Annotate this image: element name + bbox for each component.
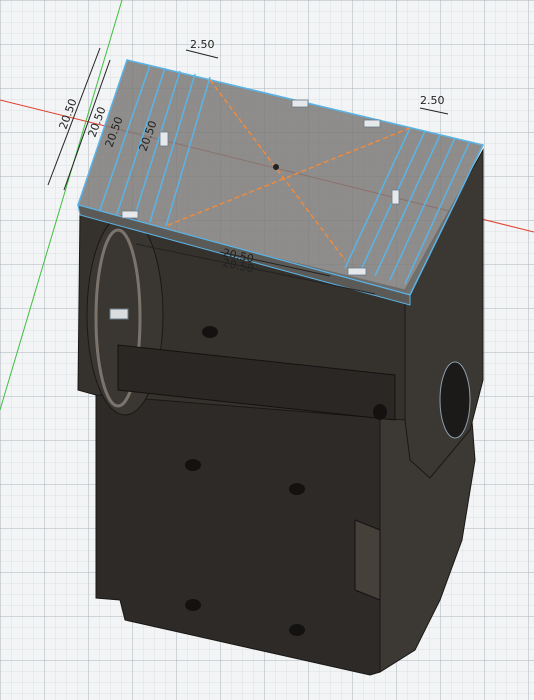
notch-step [354, 519, 381, 601]
dim-top-right-width[interactable]: 2.50 [420, 94, 445, 107]
lower-block-front [95, 394, 381, 676]
hole-2 [185, 459, 201, 471]
dim-outer-depth[interactable]: 20.50 [57, 97, 80, 131]
hole-4 [185, 599, 201, 611]
right-bore-hole [439, 361, 471, 439]
hole-5 [289, 624, 305, 636]
hole-6 [373, 404, 387, 420]
hole-3 [289, 483, 305, 495]
constraint-icon[interactable] [109, 308, 129, 320]
center-point [273, 164, 279, 170]
model-canvas[interactable]: 2.50 2.50 20.50 20.50 20.50 20.50 20.50 … [0, 0, 534, 700]
cad-viewport[interactable]: 2.50 2.50 20.50 20.50 20.50 20.50 20.50 … [0, 0, 534, 700]
hole-1 [202, 326, 218, 338]
dim-top-left-width[interactable]: 2.50 [190, 38, 215, 51]
